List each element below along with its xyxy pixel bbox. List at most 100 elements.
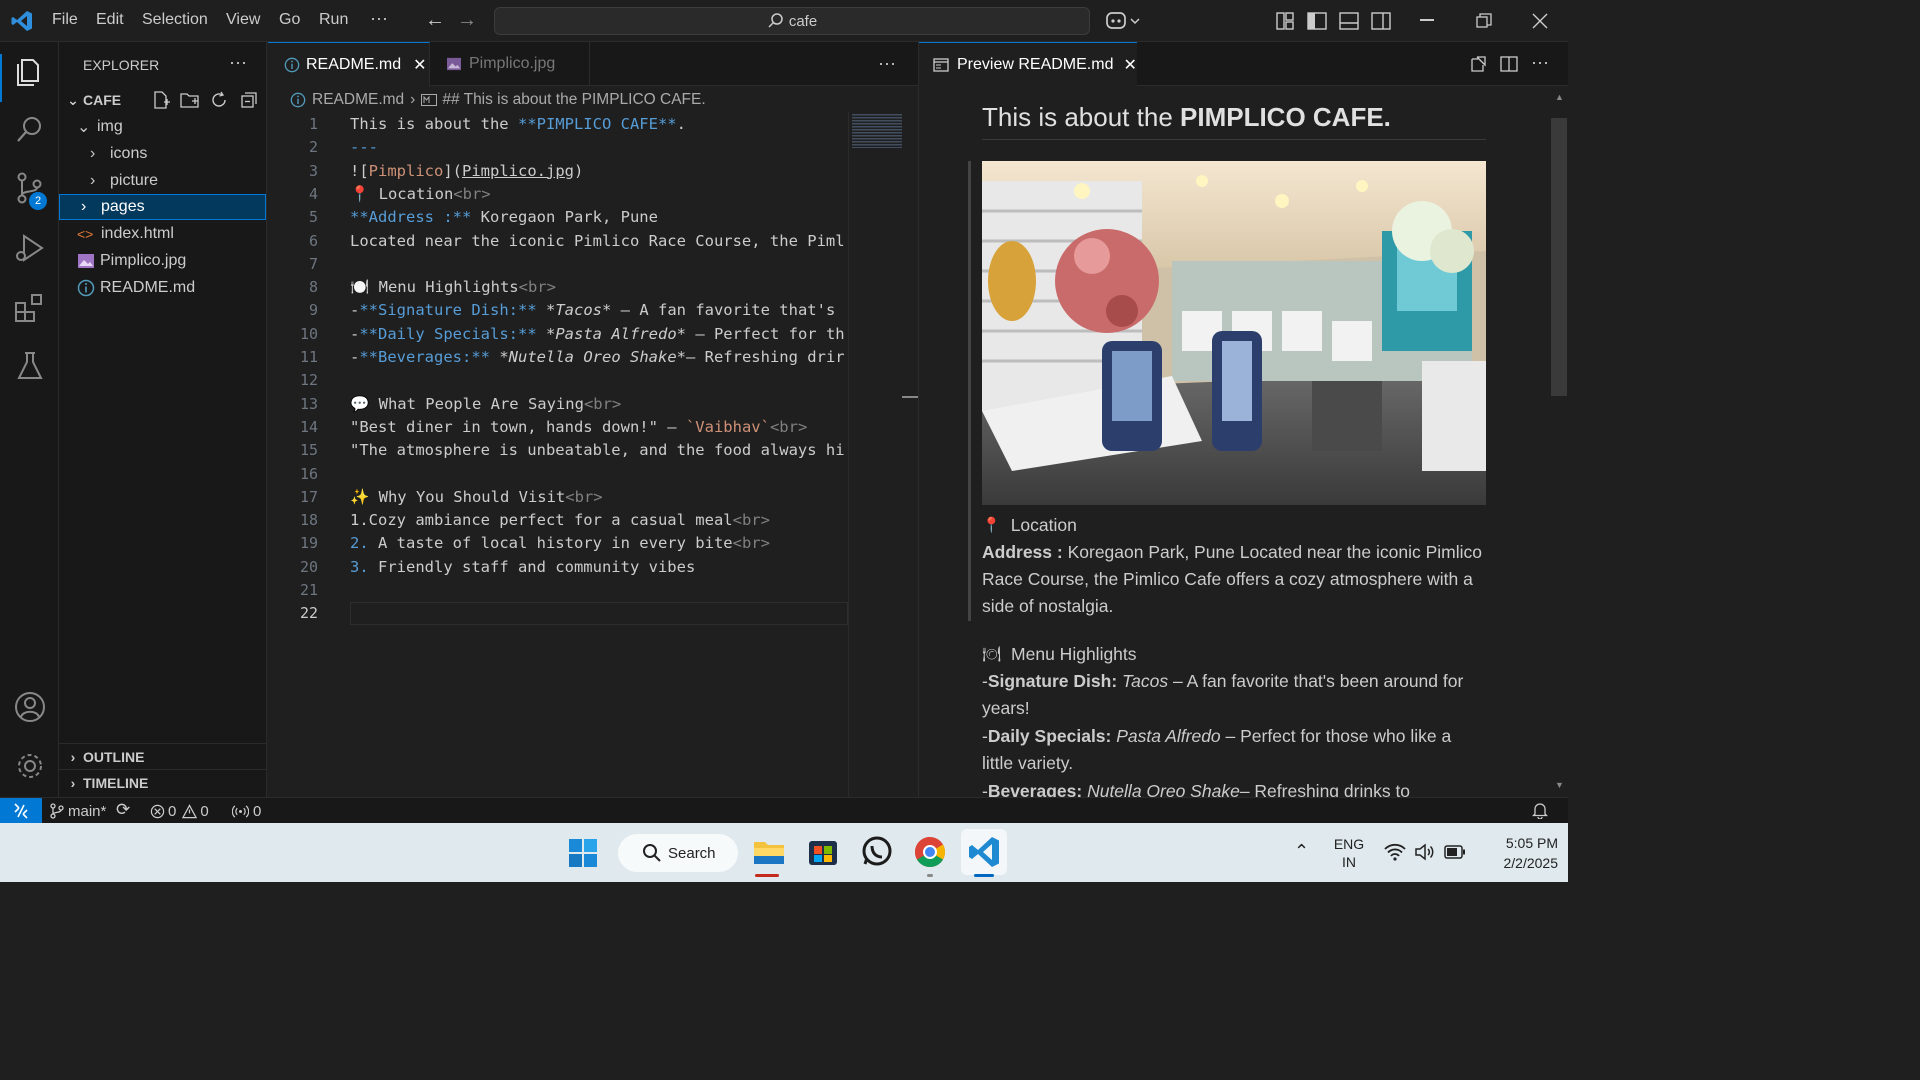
open-source-icon[interactable] <box>1469 55 1487 73</box>
volume-icon[interactable] <box>1414 843 1436 861</box>
folder-picture[interactable]: › picture <box>90 168 158 194</box>
microsoft-store-icon[interactable] <box>802 831 844 873</box>
clock[interactable]: 5:05 PM 2/2/2025 <box>1478 833 1559 873</box>
tab-readme-md[interactable]: README.md ✕ <box>268 42 430 86</box>
remote-indicator[interactable] <box>0 798 42 823</box>
outline-section[interactable]: › OUTLINE <box>63 744 145 770</box>
tab-pimplico-jpg[interactable]: Pimplico.jpg <box>430 42 590 86</box>
tab-preview-readme[interactable]: Preview README.md ✕ <box>919 42 1137 86</box>
ports-status[interactable]: 0 <box>232 801 261 821</box>
code-line[interactable]: This is about the **PIMPLICO CAFE**. <box>350 113 848 136</box>
code-line[interactable]: 2. A taste of local history in every bit… <box>350 532 848 555</box>
breadcrumb-file[interactable]: README.md <box>312 91 404 109</box>
copilot-icon[interactable] <box>1106 10 1142 32</box>
code-line[interactable]: 1.Cozy ambiance perfect for a casual mea… <box>350 509 848 532</box>
code-line[interactable]: -**Daily Specials:** *Pasta Alfredo* – P… <box>350 323 848 346</box>
search-icon[interactable] <box>12 112 48 148</box>
code-line[interactable]: 🍽️ Menu Highlights<br> <box>350 276 848 299</box>
minimize-icon[interactable] <box>1420 19 1434 21</box>
testing-flask-icon[interactable] <box>12 348 48 384</box>
input-language-indicator[interactable]: ENG IN <box>1333 835 1365 871</box>
preview-sig-item: Tacos <box>1122 671 1169 691</box>
problems-status[interactable]: 0 0 <box>150 801 209 821</box>
folder-img[interactable]: ⌄ img <box>77 114 123 140</box>
explorer-icon[interactable] <box>12 54 48 90</box>
menu-file[interactable]: File <box>52 11 78 29</box>
split-editor-icon[interactable] <box>1500 55 1518 73</box>
notification-bell-icon[interactable] <box>1532 802 1548 819</box>
preview-more-actions-button[interactable]: ··· <box>1531 52 1549 73</box>
close-tab-icon[interactable]: ✕ <box>1123 55 1136 75</box>
folder-pages[interactable]: › pages <box>59 194 266 220</box>
account-icon[interactable] <box>12 689 48 725</box>
timeline-section[interactable]: › TIMELINE <box>63 770 149 796</box>
menu-more[interactable]: ··· <box>370 8 388 29</box>
code-line[interactable]: "The atmosphere is unbeatable, and the f… <box>350 439 848 462</box>
minimap[interactable] <box>852 114 902 148</box>
explorer-more-button[interactable]: ··· <box>229 52 247 73</box>
workspace-root[interactable]: ⌄ CAFE <box>63 87 121 113</box>
battery-icon[interactable] <box>1444 845 1466 859</box>
code-line[interactable]: Located near the iconic Pimlico Race Cou… <box>350 230 848 253</box>
code-line[interactable]: ![Pimplico](Pimplico.jpg) <box>350 160 848 183</box>
close-tab-icon[interactable]: ✕ <box>413 55 426 75</box>
menu-view[interactable]: View <box>226 11 260 29</box>
folder-icons[interactable]: › icons <box>90 141 147 167</box>
line-number: 11 <box>299 348 318 366</box>
new-file-icon[interactable] <box>151 90 171 110</box>
close-window-icon[interactable] <box>1532 13 1548 29</box>
file-index-html[interactable]: <> index.html <box>77 221 174 247</box>
chrome-icon[interactable] <box>909 831 951 873</box>
file-pimplico-jpg[interactable]: Pimplico.jpg <box>77 248 186 274</box>
code-line[interactable] <box>350 369 848 392</box>
menu-selection[interactable]: Selection <box>142 11 208 29</box>
scrollbar-thumb[interactable] <box>902 396 918 398</box>
collapse-all-icon[interactable] <box>239 90 259 110</box>
vscode-logo-icon[interactable] <box>10 9 34 33</box>
taskbar-search[interactable]: Search <box>618 834 738 872</box>
code-line[interactable]: "Best diner in town, hands down!" – `Vai… <box>350 416 848 439</box>
preview-scrollbar-thumb[interactable] <box>1551 118 1567 396</box>
restore-icon[interactable] <box>1476 13 1492 29</box>
scroll-up-arrow-icon[interactable]: ▲ <box>1555 92 1564 102</box>
new-folder-icon[interactable] <box>180 90 200 110</box>
code-line[interactable]: 📍 Location<br> <box>350 183 848 206</box>
breadcrumb-section[interactable]: ## This is about the PIMPLICO CAFE. <box>442 91 705 109</box>
code-line[interactable]: --- <box>350 136 848 159</box>
code-line[interactable]: -**Beverages:** *Nutella Oreo Shake*– Re… <box>350 346 848 369</box>
scroll-down-arrow-icon[interactable]: ▼ <box>1555 780 1564 790</box>
editor-more-actions-button[interactable]: ··· <box>878 53 896 74</box>
branch-status[interactable]: main* <box>50 801 106 821</box>
refresh-icon[interactable] <box>209 90 229 110</box>
code-line[interactable]: **Address :** Koregaon Park, Pune <box>350 206 848 229</box>
toggle-panel-icon[interactable] <box>1339 12 1359 30</box>
back-arrow-icon[interactable]: ← <box>425 9 445 32</box>
sync-icon[interactable]: ⟳ <box>116 800 130 820</box>
run-debug-icon[interactable] <box>12 230 48 266</box>
code-line[interactable] <box>350 463 848 486</box>
vscode-taskbar-icon[interactable] <box>963 831 1005 873</box>
menu-go[interactable]: Go <box>279 11 300 29</box>
code-area[interactable]: 1 This is about the **PIMPLICO CAFE**. 2 --… <box>268 113 848 653</box>
menu-edit[interactable]: Edit <box>96 11 124 29</box>
wifi-icon[interactable] <box>1384 843 1406 861</box>
code-line[interactable]: ✨ Why You Should Visit<br> <box>350 486 848 509</box>
code-line[interactable]: 3. Friendly staff and community vibes <box>350 556 848 579</box>
code-line[interactable]: 💬 What People Are Saying<br> <box>350 393 848 416</box>
whatsapp-icon[interactable] <box>856 831 898 873</box>
toggle-primary-sidebar-icon[interactable] <box>1307 12 1327 30</box>
customize-layout-icon[interactable] <box>1276 12 1294 30</box>
windows-start-icon[interactable] <box>568 838 598 868</box>
extensions-icon[interactable] <box>12 290 48 326</box>
command-center-search[interactable]: cafe <box>494 7 1090 35</box>
code-line[interactable] <box>350 579 848 602</box>
show-hidden-icons-chevron-up-icon[interactable]: ⌃ <box>1294 841 1309 862</box>
toggle-secondary-sidebar-icon[interactable] <box>1371 12 1391 30</box>
code-line[interactable] <box>350 253 848 276</box>
code-line[interactable]: -**Signature Dish:** *Tacos* – A fan fav… <box>350 299 848 322</box>
file-explorer-icon[interactable] <box>748 831 790 873</box>
forward-arrow-icon[interactable]: → <box>457 9 477 32</box>
menu-run[interactable]: Run <box>319 11 348 29</box>
file-readme-md[interactable]: README.md <box>77 275 195 301</box>
settings-gear-icon[interactable] <box>12 748 48 784</box>
